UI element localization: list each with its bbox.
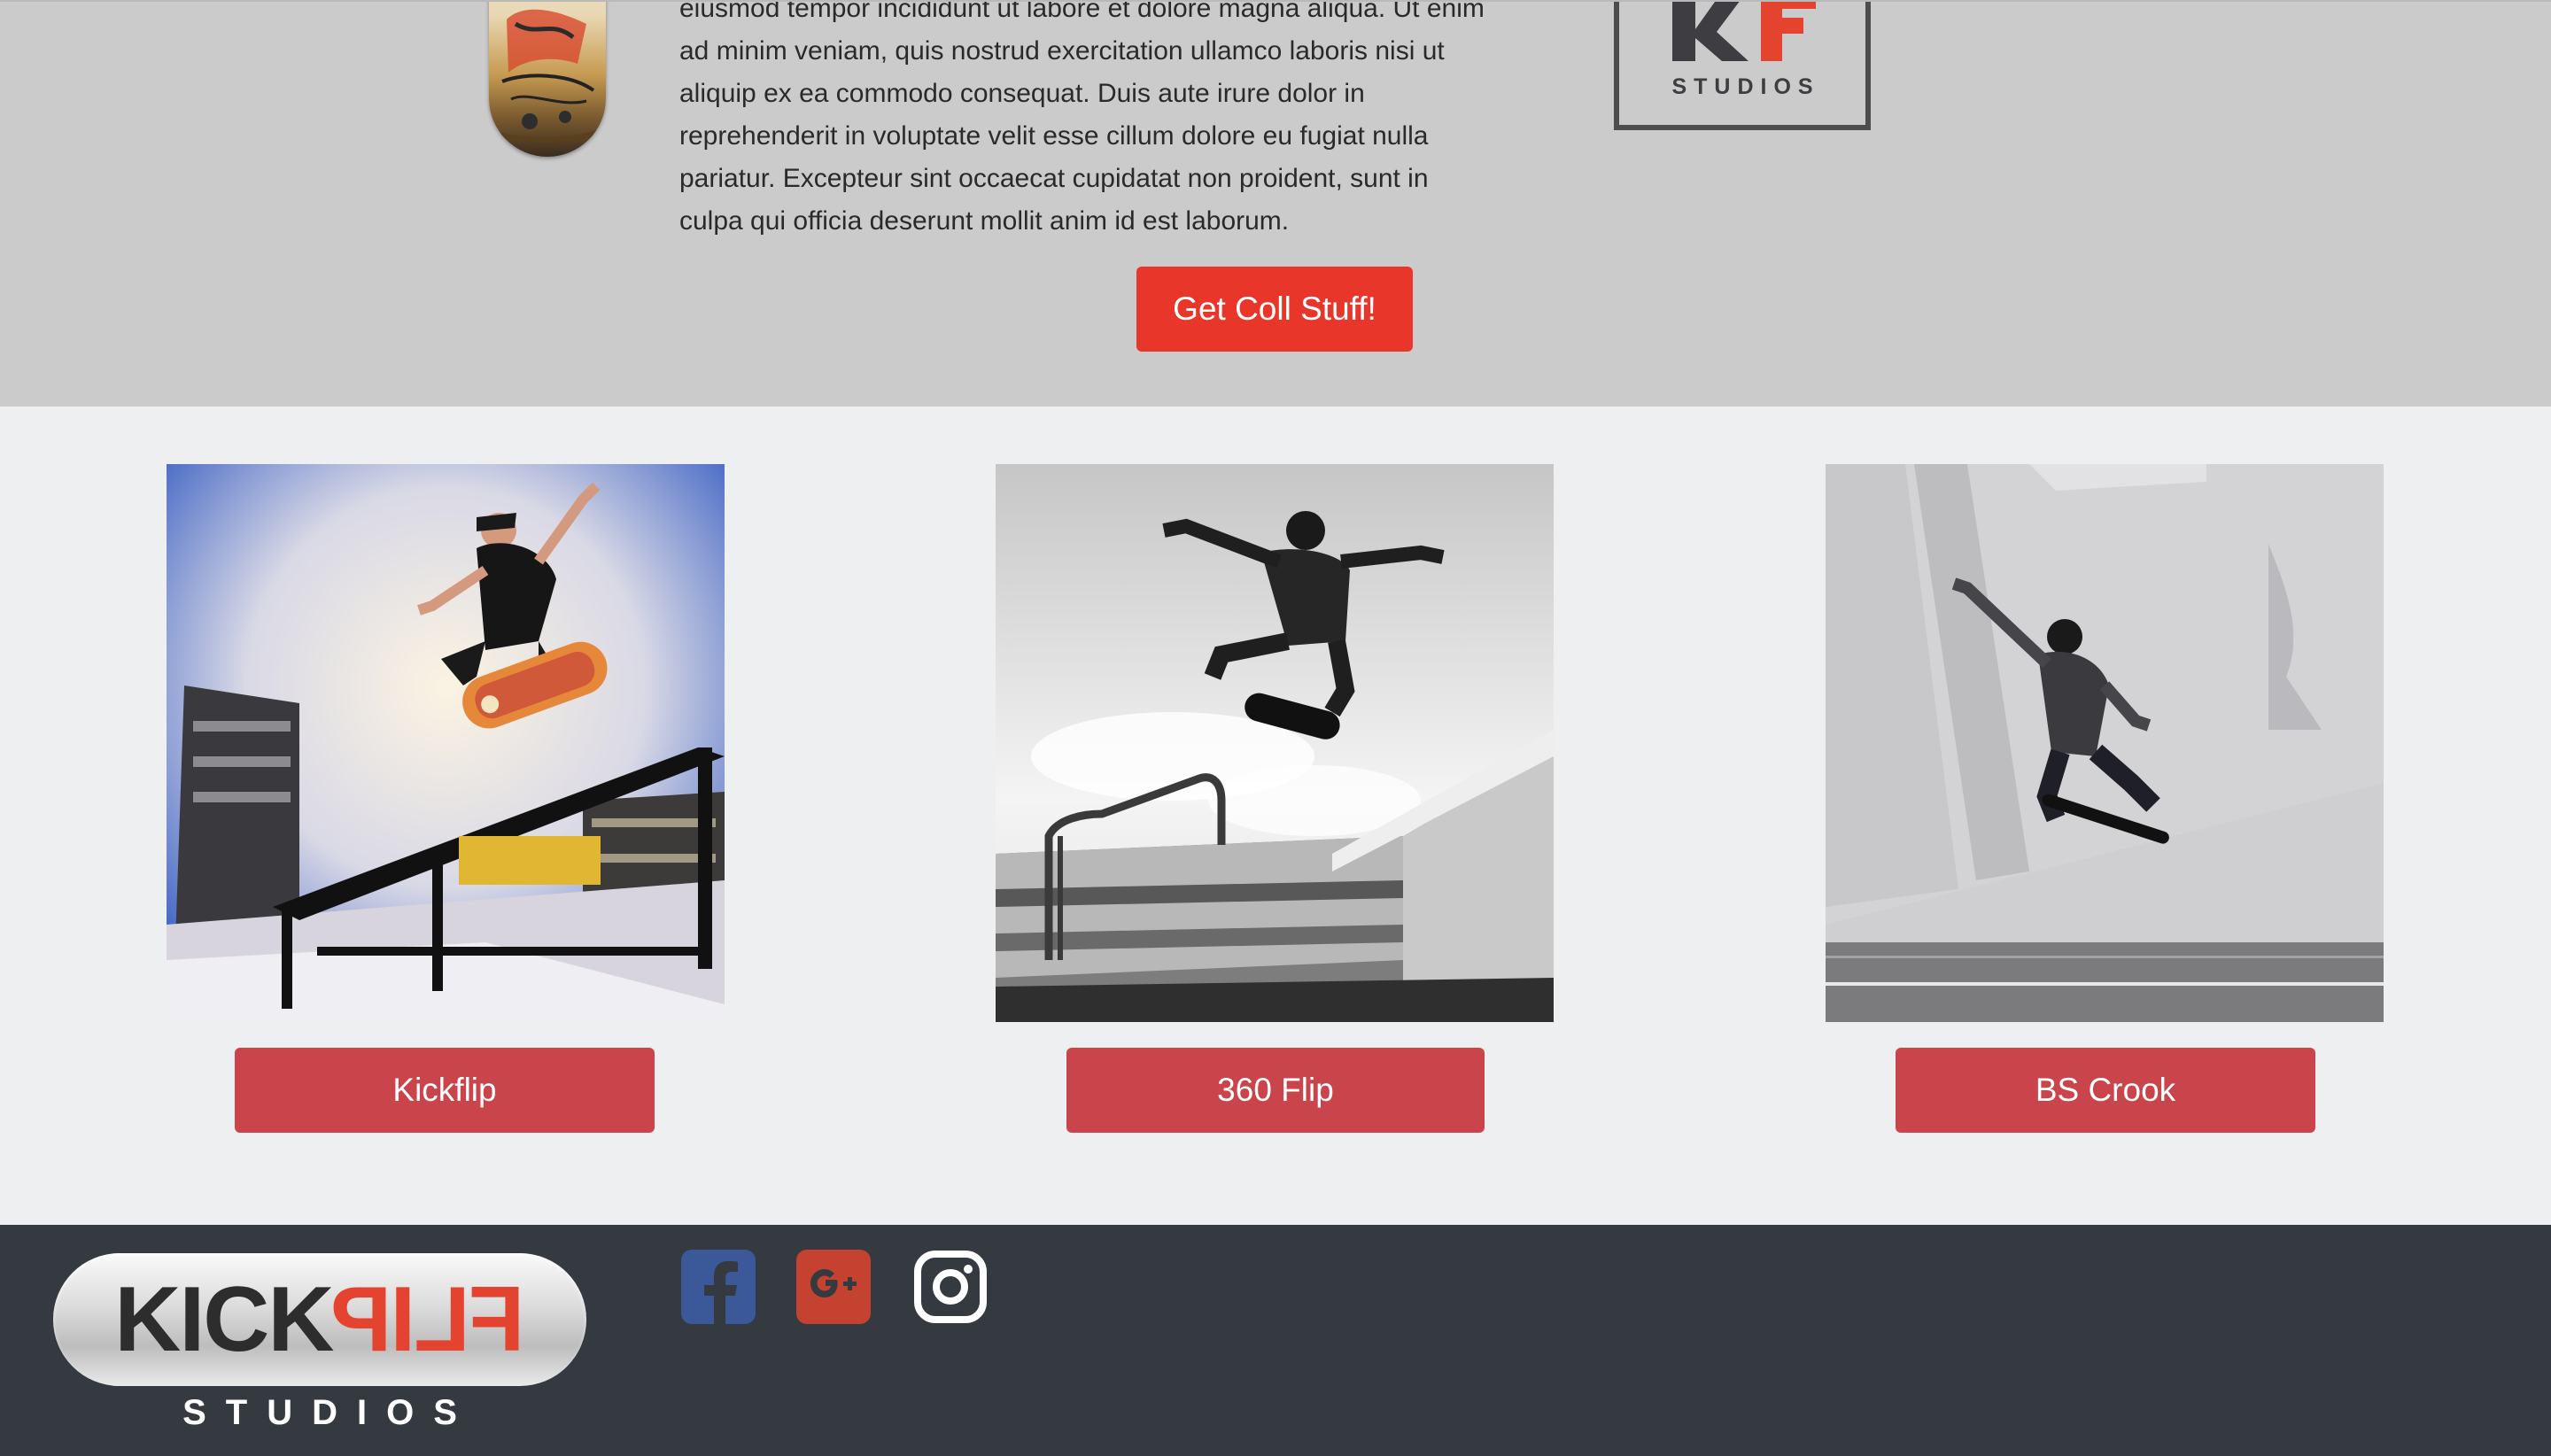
logo-studios-text: STUDIOS <box>182 1393 477 1432</box>
trick-button-bs-crook[interactable]: BS Crook <box>1896 1048 2315 1133</box>
intro-line: eiusmod tempor incididunt ut labore et d… <box>679 0 1485 23</box>
footer: KICKFLIP STUDIOS <box>0 1225 2551 1456</box>
trick-button-360-flip[interactable]: 360 Flip <box>1066 1048 1485 1133</box>
intro-line: reprehenderit in voluptate velit esse ci… <box>679 121 1429 151</box>
kf-studios-badge: STUDIOS <box>1614 2 1871 130</box>
intro-line: ad minim veniam, quis nostrud exercitati… <box>679 36 1445 66</box>
360-flip-photo <box>996 464 1554 1022</box>
instagram-icon[interactable] <box>913 1250 988 1324</box>
skateboard-deck-image <box>489 2 606 157</box>
kickflip-photo <box>167 464 725 1022</box>
kf-logo-icon <box>1672 2 1816 61</box>
intro-line: pariatur. Excepteur sint occaecat cupida… <box>679 164 1429 193</box>
logo-flip-text: FLIP <box>332 1268 525 1371</box>
google-plus-icon[interactable] <box>796 1250 871 1324</box>
get-cool-stuff-button[interactable]: Get Coll Stuff! <box>1136 267 1413 352</box>
facebook-icon[interactable] <box>681 1250 756 1324</box>
bs-crook-photo <box>1826 464 2384 1022</box>
trick-button-kickflip[interactable]: Kickflip <box>235 1048 655 1133</box>
intro-paragraph: eiusmod tempor incididunt ut labore et d… <box>679 0 1565 243</box>
intro-line: culpa qui officia deserunt mollit anim i… <box>679 206 1290 236</box>
intro-line: aliquip ex ea commodo consequat. Duis au… <box>679 79 1365 108</box>
badge-studios-label: STUDIOS <box>1671 74 1820 99</box>
logo-wordmark: KICKFLIP <box>53 1268 586 1371</box>
logo-kick-text: KICK <box>114 1268 334 1371</box>
hero-section: eiusmod tempor incididunt ut labore et d… <box>0 0 2551 407</box>
